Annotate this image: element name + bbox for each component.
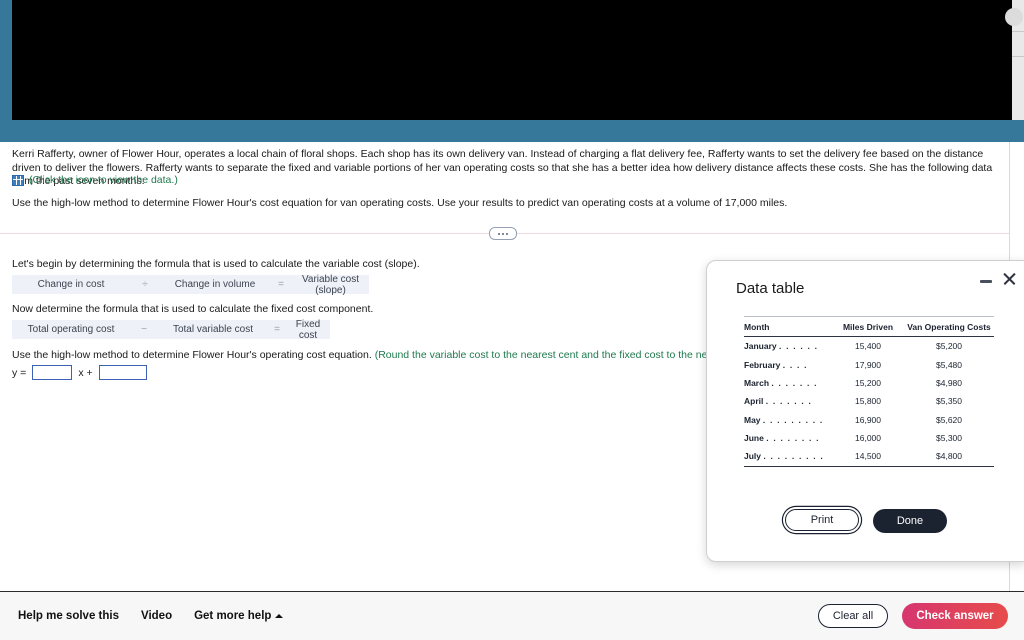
cell-miles-driven: 15,800 bbox=[855, 396, 881, 407]
cell-miles-driven: 14,500 bbox=[832, 447, 904, 467]
table-row: January . . . . . . 15,400 $5,200 bbox=[744, 337, 994, 356]
cell-van-operating-cost: $5,620 bbox=[936, 414, 962, 425]
cell-van-operating-cost: $4,800 bbox=[904, 447, 994, 467]
cell-month: July . . . . . . . . . bbox=[744, 447, 832, 467]
table-row: July . . . . . . . . . 14,500 $4,800 bbox=[744, 447, 994, 467]
formula-row-fixed-cost: Total operating cost − Total variable co… bbox=[12, 318, 330, 341]
data-table-wrapper: Month Miles Driven Van Operating Costs J… bbox=[744, 316, 994, 467]
formula-row-variable-cost: Change in cost ÷ Change in volume = Vari… bbox=[12, 273, 369, 296]
table-row: June . . . . . . . . 16,000 $5,300 bbox=[744, 429, 994, 447]
equation-y-label: y = bbox=[12, 366, 27, 379]
cell-month: April . . . . . . . bbox=[744, 396, 813, 407]
problem-instruction: Use the high-low method to determine Flo… bbox=[12, 197, 788, 209]
cell-van-operating-cost: $5,300 bbox=[936, 433, 962, 444]
help-me-solve-this-link[interactable]: Help me solve this bbox=[18, 610, 119, 622]
cell-van-operating-cost: $5,200 bbox=[936, 341, 962, 352]
formula2-result: Fixed cost bbox=[295, 318, 321, 341]
table-row: February . . . . 17,900 $5,480 bbox=[744, 355, 994, 373]
grid-table-icon[interactable] bbox=[12, 174, 24, 186]
strip-rule-1 bbox=[1012, 31, 1024, 32]
cell-miles-driven: 16,900 bbox=[855, 414, 881, 425]
caret-up-icon bbox=[275, 613, 284, 618]
formula2-operator-equals: = bbox=[274, 324, 280, 335]
cell-month: June . . . . . . . . bbox=[744, 433, 820, 444]
bottom-toolbar: Help me solve this Video Get more help C… bbox=[0, 592, 1024, 640]
close-icon[interactable] bbox=[1001, 271, 1017, 287]
table-header-row: Month Miles Driven Van Operating Costs bbox=[744, 316, 994, 337]
print-button[interactable]: Print bbox=[785, 509, 859, 531]
section-divider bbox=[0, 227, 1010, 241]
cell-van-operating-cost: $5,350 bbox=[936, 396, 962, 407]
redacted-banner-area bbox=[12, 0, 1012, 120]
table-row: March . . . . . . . 15,200 $4,980 bbox=[744, 374, 994, 392]
step2-prompt: Now determine the formula that is used t… bbox=[12, 303, 374, 315]
cell-miles-driven: 15,200 bbox=[855, 377, 881, 388]
formula1-term2: Change in volume bbox=[174, 279, 256, 290]
formula2-term2: Total variable cost bbox=[172, 324, 254, 335]
bottom-right-actions: Clear all Check answer bbox=[818, 603, 1008, 629]
formula1-operator-equals: = bbox=[278, 279, 284, 290]
formula1-term1: Change in cost bbox=[37, 279, 105, 290]
cell-miles-driven: 17,900 bbox=[855, 359, 881, 370]
data-table: Month Miles Driven Van Operating Costs J… bbox=[744, 316, 994, 467]
header-month: Month bbox=[744, 316, 832, 337]
data-table-link[interactable]: (Click the icon to view the data.) bbox=[12, 174, 178, 186]
header-van-operating-costs: Van Operating Costs bbox=[904, 316, 994, 337]
banner-teal-band bbox=[0, 120, 1024, 142]
formula2-term1: Total operating cost bbox=[27, 324, 115, 335]
equation-x-plus-label: x + bbox=[78, 366, 93, 379]
data-table-body: January . . . . . . 15,400 $5,200 February … bbox=[744, 337, 994, 467]
formula2-operator-minus: − bbox=[141, 324, 147, 335]
dialog-button-row: Print Done bbox=[707, 509, 1024, 533]
cell-miles-driven: 15,400 bbox=[855, 341, 881, 352]
bottom-left-links: Help me solve this Video Get more help bbox=[18, 610, 284, 622]
step1-prompt: Let's begin by determining the formula t… bbox=[12, 258, 420, 270]
cell-miles-driven: 16,000 bbox=[855, 433, 881, 444]
cell-van-operating-cost: $5,480 bbox=[936, 359, 962, 370]
data-table-link-label[interactable]: (Click the icon to view the data.) bbox=[29, 174, 178, 186]
step3-line: Use the high-low method to determine Flo… bbox=[12, 348, 796, 362]
formula1-result: Variable cost (slope) bbox=[301, 273, 360, 296]
check-answer-button[interactable]: Check answer bbox=[902, 603, 1008, 629]
video-link[interactable]: Video bbox=[141, 610, 172, 622]
cell-month: February . . . . bbox=[744, 359, 808, 370]
strip-rule-2 bbox=[1012, 56, 1024, 57]
data-table-dialog: Data table Month Miles Driven Van Operat… bbox=[706, 260, 1024, 562]
formula1-operator-divide: ÷ bbox=[142, 279, 148, 290]
done-button[interactable]: Done bbox=[873, 509, 947, 533]
step3-prompt: Use the high-low method to determine Flo… bbox=[12, 349, 372, 361]
table-row: April . . . . . . . 15,800 $5,350 bbox=[744, 392, 994, 410]
intercept-input[interactable] bbox=[98, 365, 147, 380]
cell-van-operating-cost: $4,980 bbox=[936, 377, 962, 388]
data-table-head: Month Miles Driven Van Operating Costs bbox=[744, 316, 994, 337]
table-row: May . . . . . . . . . 16,900 $5,620 bbox=[744, 411, 994, 429]
cell-month: January . . . . . . bbox=[744, 341, 819, 352]
get-more-help-link[interactable]: Get more help bbox=[194, 610, 284, 622]
top-right-knob bbox=[1005, 8, 1023, 26]
app-root: Kerri Rafferty, owner of Flower Hour, op… bbox=[0, 0, 1024, 640]
cell-month: March . . . . . . . bbox=[744, 377, 818, 388]
minimize-icon[interactable] bbox=[979, 274, 993, 288]
clear-all-button[interactable]: Clear all bbox=[818, 604, 888, 628]
get-more-help-label: Get more help bbox=[194, 610, 272, 622]
divider-ellipsis-pill[interactable] bbox=[489, 227, 517, 240]
equation-answer-row: y = x + bbox=[12, 365, 147, 380]
cell-month: May . . . . . . . . . bbox=[744, 414, 824, 425]
header-miles-driven: Miles Driven bbox=[832, 316, 904, 337]
slope-input[interactable] bbox=[32, 365, 73, 380]
dialog-title: Data table bbox=[736, 280, 805, 297]
